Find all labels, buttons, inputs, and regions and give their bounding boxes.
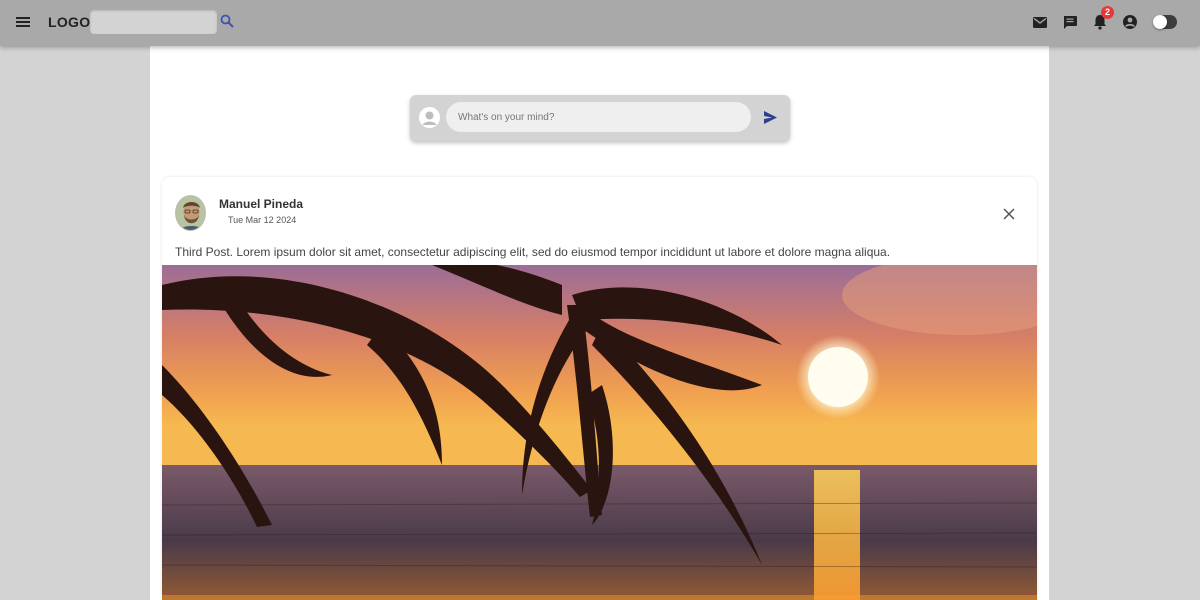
user-avatar-icon bbox=[419, 107, 440, 128]
dark-mode-toggle[interactable] bbox=[1153, 15, 1177, 29]
post-text: Third Post. Lorem ipsum dolor sit amet, … bbox=[175, 245, 891, 259]
feed: Manuel Pineda Tue Mar 12 2024 Third Post… bbox=[150, 46, 1049, 600]
close-icon[interactable] bbox=[1002, 207, 1016, 221]
post-input[interactable] bbox=[446, 102, 751, 132]
menu-icon[interactable] bbox=[14, 13, 32, 31]
search-input[interactable] bbox=[90, 10, 217, 34]
app-bar: LOGO 2 bbox=[0, 0, 1200, 46]
logo[interactable]: LOGO bbox=[48, 14, 90, 30]
mail-icon[interactable] bbox=[1031, 13, 1049, 31]
chat-icon[interactable] bbox=[1061, 13, 1079, 31]
toggle-knob bbox=[1153, 15, 1167, 29]
post-author-name[interactable]: Manuel Pineda bbox=[219, 197, 303, 211]
post-composer bbox=[410, 95, 790, 141]
search-icon[interactable] bbox=[220, 14, 234, 28]
send-icon[interactable] bbox=[763, 110, 778, 125]
post-image[interactable] bbox=[162, 265, 1037, 600]
notification-badge: 2 bbox=[1101, 6, 1114, 19]
post-date: Tue Mar 12 2024 bbox=[228, 215, 297, 225]
author-avatar[interactable] bbox=[175, 195, 206, 231]
post-card: Manuel Pineda Tue Mar 12 2024 Third Post… bbox=[162, 177, 1037, 600]
account-icon[interactable] bbox=[1121, 13, 1139, 31]
